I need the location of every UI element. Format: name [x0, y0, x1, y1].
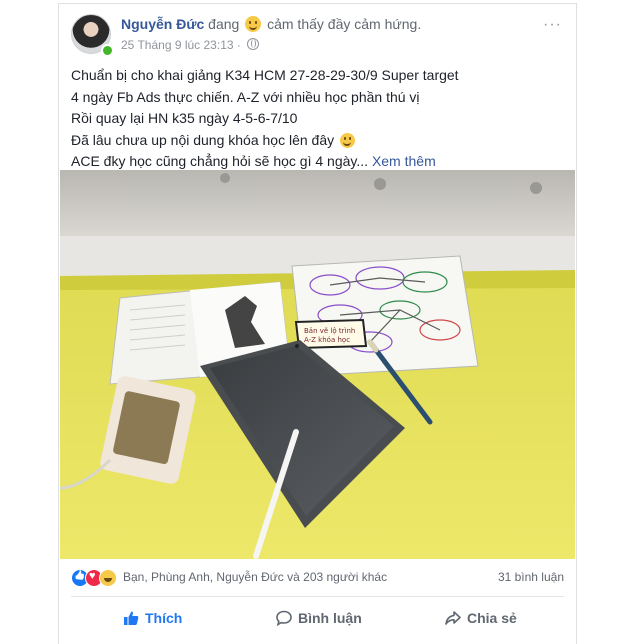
post-text-line: Rồi quay lại HN k35 ngày 4-5-6-7/10	[71, 110, 298, 126]
post-title-line: Nguyễn Đức đang cảm thấy đầy cảm hứng.	[121, 16, 421, 32]
feeling-emoji-icon	[245, 16, 262, 32]
post-text-line: 4 ngày Fb Ads thực chiến. A-Z với nhiều …	[71, 88, 420, 105]
haha-reaction-icon	[99, 569, 117, 587]
photo-illustration: Bản vẽ lộ trình A-Z khóa học	[60, 170, 575, 559]
note-line-2: A-Z khóa học	[304, 336, 350, 344]
status-prefix: đang	[208, 16, 240, 32]
comment-button[interactable]: Bình luận	[276, 600, 362, 636]
reaction-icons[interactable]	[71, 569, 119, 587]
note-line-1: Bản vẽ lộ trình	[304, 327, 355, 335]
reaction-summary[interactable]: Bạn, Phùng Anh, Nguyễn Đức và 203 người …	[123, 570, 387, 584]
post-header: Nguyễn Đức đang cảm thấy đầy cảm hứng. 2…	[71, 14, 566, 58]
online-status-dot	[101, 44, 114, 57]
facebook-post-card: Nguyễn Đức đang cảm thấy đầy cảm hứng. 2…	[58, 3, 577, 644]
speech-bubble-icon	[276, 610, 292, 626]
post-text-line: Đã lâu chưa up nội dung khóa học lên đây	[71, 131, 335, 148]
smile-emoji-icon	[340, 132, 356, 148]
public-globe-icon[interactable]	[247, 38, 260, 50]
post-timestamp[interactable]: 25 Tháng 9 lúc 23:13	[121, 38, 234, 52]
feeling-text: cảm thấy đầy cảm hứng.	[267, 16, 422, 32]
post-text-line: Chuẩn bị cho khai giảng K34 HCM 27-28-29…	[71, 67, 459, 83]
see-more-link[interactable]: Xem thêm	[372, 153, 436, 169]
post-text-line: ACE đky học cũng chẳng hỏi sẽ học gì 4 n…	[71, 153, 369, 169]
like-label: Thích	[145, 610, 183, 626]
thumbs-up-icon	[124, 611, 139, 625]
post-photo[interactable]: Bản vẽ lộ trình A-Z khóa học	[60, 170, 575, 559]
share-arrow-icon	[445, 611, 461, 625]
reactions-bar: Bạn, Phùng Anh, Nguyễn Đức và 203 người …	[71, 567, 564, 589]
share-button[interactable]: Chia sẻ	[445, 600, 517, 636]
like-button[interactable]: Thích	[123, 600, 182, 636]
comment-label: Bình luận	[298, 610, 362, 626]
post-meta: 25 Tháng 9 lúc 23:13 ·	[121, 38, 260, 52]
more-options-icon[interactable]: ···	[543, 16, 562, 34]
post-text: Chuẩn bị cho khai giảng K34 HCM 27-28-29…	[71, 65, 561, 173]
share-label: Chia sẻ	[467, 610, 517, 626]
author-name-link[interactable]: Nguyễn Đức	[121, 16, 204, 32]
post-actions: Thích Bình luận Chia sẻ	[71, 600, 564, 640]
comment-count-link[interactable]: 31 bình luận	[498, 570, 564, 584]
divider	[71, 596, 564, 597]
